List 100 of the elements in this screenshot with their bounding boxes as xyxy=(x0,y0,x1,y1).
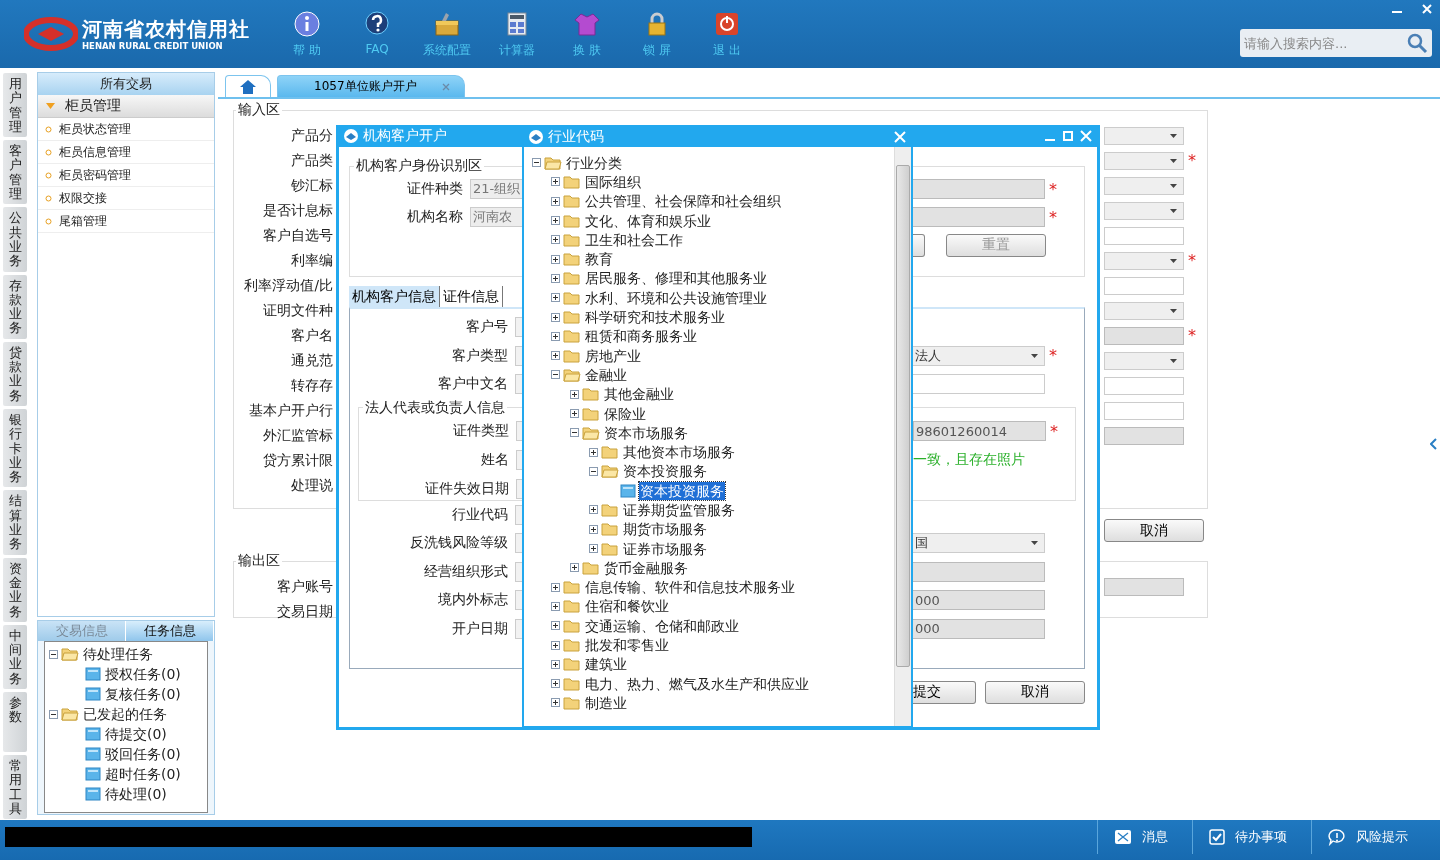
menu-item[interactable]: 柜员信息管理 xyxy=(38,141,214,164)
tree-item[interactable]: 期货市场服务 xyxy=(622,520,708,539)
tree-item[interactable]: 待提交(0) xyxy=(104,725,168,743)
input-field[interactable] xyxy=(1104,226,1184,245)
collapse-icon[interactable] xyxy=(551,370,560,380)
tree-item[interactable]: 待处理任务 xyxy=(82,645,154,663)
tree-item[interactable]: 电力、热力、燃气及水生产和供应业 xyxy=(584,674,810,693)
home-tab[interactable] xyxy=(225,75,271,97)
collapse-icon[interactable] xyxy=(532,158,541,168)
tree-item[interactable]: 批发和零售业 xyxy=(584,636,670,655)
input-field[interactable] xyxy=(515,345,522,366)
input-field[interactable] xyxy=(912,179,1045,199)
side-tab[interactable]: 常用工具 xyxy=(3,755,27,820)
expand-icon[interactable] xyxy=(551,254,560,264)
expand-icon[interactable] xyxy=(551,196,560,206)
tree-item[interactable]: 建筑业 xyxy=(584,655,628,674)
search-field[interactable]: 请输入搜索内容... xyxy=(1240,29,1432,57)
dropdown[interactable]: 国 xyxy=(912,533,1045,554)
expand-icon[interactable] xyxy=(551,293,560,303)
tab[interactable]: 机构客户信息 xyxy=(349,286,440,307)
collapse-icon[interactable] xyxy=(589,466,598,476)
status-button[interactable]: 消息 xyxy=(1097,820,1192,854)
expand-icon[interactable] xyxy=(551,679,560,689)
collapse-icon[interactable] xyxy=(570,428,579,438)
tree-item[interactable]: 居民服务、修理和其他服务业 xyxy=(584,269,768,288)
side-tab[interactable]: 结算业务 xyxy=(3,490,27,555)
input-field[interactable] xyxy=(515,533,522,554)
tree-item[interactable]: 公共管理、社会保障和社会组织 xyxy=(584,192,782,211)
page-tab[interactable]: 1057单位账户开户 xyxy=(277,75,465,97)
tree-item[interactable]: 信息传输、软件和信息技术服务业 xyxy=(584,578,796,597)
expand-icon[interactable] xyxy=(551,216,560,226)
chevron-left-icon[interactable] xyxy=(1430,438,1438,450)
tree-item[interactable]: 保险业 xyxy=(603,404,647,423)
tree-item[interactable]: 复核任务(0) xyxy=(104,685,182,703)
scrollbar[interactable] xyxy=(894,147,911,726)
cancel-button[interactable]: 取消 xyxy=(1104,519,1204,542)
tree-item[interactable]: 资本投资服务 xyxy=(622,462,708,481)
expand-icon[interactable] xyxy=(589,447,598,457)
status-button[interactable]: 待办事项 xyxy=(1192,820,1311,854)
tree-item[interactable]: 其他资本市场服务 xyxy=(622,443,736,462)
tree-item[interactable]: 住宿和餐饮业 xyxy=(584,597,670,616)
input-field[interactable] xyxy=(515,590,522,611)
expand-icon[interactable] xyxy=(551,698,560,708)
maximize-icon[interactable] xyxy=(1061,129,1075,143)
expand-icon[interactable] xyxy=(570,409,579,418)
tree-item[interactable]: 资本市场服务 xyxy=(603,423,689,442)
input-field[interactable] xyxy=(912,207,1045,227)
input-field[interactable] xyxy=(515,317,522,338)
expand-icon[interactable] xyxy=(551,177,560,187)
tree-item[interactable]: 交通运输、仓储和邮政业 xyxy=(584,616,740,635)
collapse-icon[interactable] xyxy=(49,709,58,719)
dropdown[interactable]: 法人 xyxy=(912,345,1045,366)
input-field[interactable] xyxy=(515,374,522,395)
expand-icon[interactable] xyxy=(589,505,598,515)
side-tab[interactable]: 存款业务 xyxy=(3,274,27,339)
expand-icon[interactable] xyxy=(551,659,560,669)
tree-item[interactable]: 金融业 xyxy=(584,365,628,384)
tree-item[interactable]: 国际组织 xyxy=(584,172,642,191)
tree-item[interactable]: 超时任务(0) xyxy=(104,765,182,783)
expand-icon[interactable] xyxy=(570,389,579,399)
expand-icon[interactable] xyxy=(551,312,560,322)
tree-item[interactable]: 卫生和社会工作 xyxy=(584,230,684,249)
side-tab[interactable]: 参数 xyxy=(3,692,27,752)
expand-icon[interactable] xyxy=(570,563,579,573)
status-button[interactable]: 风险提示 xyxy=(1311,820,1432,854)
expand-icon[interactable] xyxy=(589,544,598,554)
tree-item[interactable]: 货币金融服务 xyxy=(603,558,689,577)
side-tab[interactable]: 公共业务 xyxy=(3,207,27,272)
tree-item[interactable]: 制造业 xyxy=(584,693,628,712)
tree-item[interactable]: 驳回任务(0) xyxy=(104,745,182,763)
expand-icon[interactable] xyxy=(551,351,560,361)
close-icon[interactable] xyxy=(442,82,450,91)
expand-icon[interactable] xyxy=(551,601,560,611)
menu-section[interactable]: 柜员管理 xyxy=(38,95,214,118)
panel-tab[interactable]: 任务信息 xyxy=(126,621,214,641)
side-tab[interactable]: 贷款业务 xyxy=(3,341,27,406)
tree-item[interactable]: 其他金融业 xyxy=(603,385,675,404)
tree-item[interactable]: 文化、体育和娱乐业 xyxy=(584,211,712,230)
input-field[interactable]: 21-组织 xyxy=(470,179,522,199)
input-field[interactable] xyxy=(912,374,1045,395)
expand-icon[interactable] xyxy=(551,582,560,592)
side-tab[interactable]: 中间业务 xyxy=(3,624,27,689)
expand-icon[interactable] xyxy=(589,524,598,534)
expand-icon[interactable] xyxy=(551,640,560,650)
input-field[interactable] xyxy=(515,504,522,525)
expand-icon[interactable] xyxy=(551,273,560,283)
side-tab[interactable]: 客户管理 xyxy=(3,140,27,205)
expand-icon[interactable] xyxy=(551,235,560,245)
tree-item[interactable]: 教育 xyxy=(584,250,614,269)
side-tab[interactable]: 银行卡业务 xyxy=(3,408,27,488)
side-tab[interactable]: 资金业务 xyxy=(3,557,27,622)
tree-item[interactable]: 科学研究和技术服务业 xyxy=(584,308,726,326)
collapse-icon[interactable] xyxy=(49,649,58,659)
menu-item[interactable]: 柜员密码管理 xyxy=(38,164,214,187)
side-tab[interactable]: 用户管理 xyxy=(3,73,27,138)
tree-item[interactable]: 已发起的任务 xyxy=(82,705,168,723)
expand-icon[interactable] xyxy=(551,331,560,341)
tree-item[interactable]: 行业分类 xyxy=(565,153,623,172)
menu-item[interactable]: 权限交接 xyxy=(38,187,214,210)
input-field[interactable] xyxy=(515,561,522,582)
